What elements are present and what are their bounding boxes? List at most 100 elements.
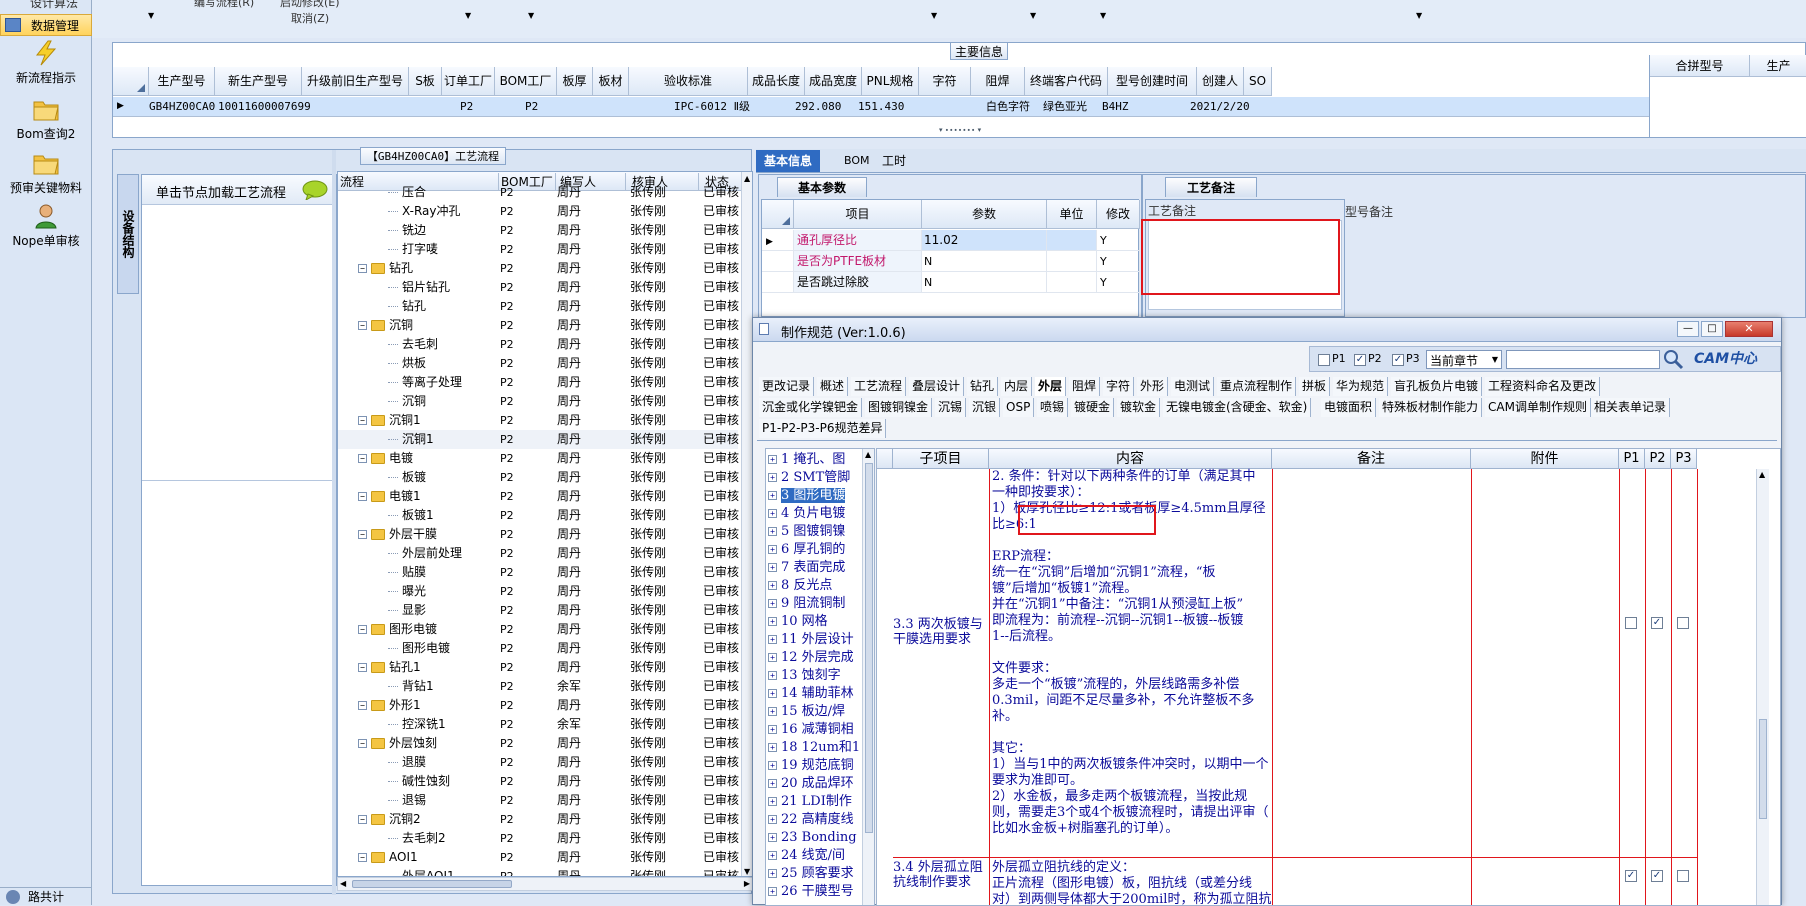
tree-row[interactable]: − 外层干膜 P2 周丹 张传刚 已审核: [338, 525, 739, 544]
col-header-char[interactable]: 字符: [919, 67, 971, 96]
category-item[interactable]: +3 图形电镀: [768, 487, 846, 504]
expand-icon[interactable]: +: [768, 563, 777, 572]
scroll-thumb[interactable]: [352, 880, 512, 888]
p2-checkbox[interactable]: ✓: [1651, 870, 1663, 882]
scroll-down-icon[interactable]: ▼: [744, 867, 750, 876]
col-header-s-board[interactable]: S板: [409, 67, 442, 96]
p3-checkbox[interactable]: ✓: [1392, 354, 1404, 366]
tab-basic-info[interactable]: 基本信息: [756, 150, 821, 172]
expand-icon[interactable]: +: [768, 653, 777, 662]
category-item[interactable]: +10 网格: [768, 613, 828, 630]
tab-内层[interactable]: 内层: [1001, 377, 1033, 396]
scroll-up-icon[interactable]: ▲: [865, 450, 871, 459]
scroll-up-icon[interactable]: ▲: [744, 174, 750, 183]
tree-row[interactable]: 铣边 P2 周丹 张传刚 已审核: [338, 221, 739, 240]
p2-checkbox[interactable]: ✓: [1354, 354, 1366, 366]
collapse-icon[interactable]: −: [358, 701, 367, 710]
collapse-icon[interactable]: −: [358, 739, 367, 748]
col-header-created[interactable]: 型号创建时间: [1108, 67, 1197, 96]
param-value[interactable]: N: [922, 272, 1047, 293]
col-header-length[interactable]: 成品长度: [748, 67, 805, 96]
collapse-icon[interactable]: −: [358, 492, 367, 501]
tab-特殊板材制作能力[interactable]: 特殊板材制作能力: [1379, 398, 1483, 417]
category-item[interactable]: +16 减薄铜相: [768, 721, 854, 738]
chapter-select[interactable]: 当前章节 ▼: [1426, 350, 1502, 369]
p1-checkbox[interactable]: [1318, 354, 1330, 366]
tab-沉锡[interactable]: 沉锡: [935, 398, 967, 417]
category-item[interactable]: +9 阻流铜制: [768, 595, 845, 612]
expand-icon[interactable]: +: [768, 527, 777, 536]
tree-row[interactable]: − 沉铜1 P2 周丹 张传刚 已审核: [338, 411, 739, 430]
col-header-p1[interactable]: P1: [1619, 449, 1645, 469]
scroll-thumb[interactable]: [865, 463, 873, 833]
category-item[interactable]: +5 图镀铜镍: [768, 523, 845, 540]
menu-start-edit[interactable]: 启动修改(E): [280, 0, 340, 10]
tree-row[interactable]: − 电镀 P2 周丹 张传刚 已审核: [338, 449, 739, 468]
expand-icon[interactable]: +: [768, 833, 777, 842]
tab-华为规范[interactable]: 华为规范: [1333, 377, 1389, 396]
tree-row[interactable]: 打字唛 P2 周丹 张传刚 已审核: [338, 240, 739, 259]
col-header-thickness[interactable]: 板厚: [557, 67, 593, 96]
expand-icon[interactable]: +: [768, 779, 777, 788]
chevron-down-icon[interactable]: ▼: [528, 12, 536, 20]
col-header-edit[interactable]: 修改: [1097, 200, 1140, 229]
tab-钻孔[interactable]: 钻孔: [967, 377, 999, 396]
tree-row[interactable]: − 钻孔1 P2 周丹 张传刚 已审核: [338, 658, 739, 677]
tree-row[interactable]: − 沉铜 P2 周丹 张传刚 已审核: [338, 316, 739, 335]
category-item[interactable]: +8 反光点: [768, 577, 832, 594]
col-header-attachment[interactable]: 附件: [1471, 449, 1619, 469]
expand-icon[interactable]: +: [768, 851, 777, 860]
category-item[interactable]: +2 SMT管脚: [768, 469, 850, 486]
col-header-production[interactable]: 生产: [1750, 55, 1806, 77]
category-item[interactable]: +22 高精度线: [768, 811, 854, 828]
vertical-scrollbar[interactable]: ▲: [862, 449, 874, 905]
collapse-icon[interactable]: −: [358, 264, 367, 273]
col-header-old-model[interactable]: 升级前旧生产型号: [302, 67, 409, 96]
sidebar-item-key-material[interactable]: 预审关键物料: [0, 150, 92, 196]
tab-basic-params[interactable]: 基本参数: [777, 177, 867, 197]
horizontal-scrollbar[interactable]: ◀ ▶: [337, 877, 753, 891]
scroll-thumb[interactable]: [1759, 719, 1767, 819]
chevron-down-icon[interactable]: ▼: [148, 12, 156, 20]
vertical-scrollbar[interactable]: ▲: [1756, 469, 1769, 905]
tree-row[interactable]: 压合 P2 周丹 张传刚 已审核: [338, 183, 739, 202]
tree-row[interactable]: 沉铜 P2 周丹 张传刚 已审核: [338, 392, 739, 411]
tree-row[interactable]: 背钻1 P2 余军 张传刚 已审核: [338, 677, 739, 696]
tab-沉银[interactable]: 沉银: [969, 398, 1001, 417]
node-hint-bar[interactable]: 单击节点加载工艺流程: [142, 175, 336, 205]
expand-icon[interactable]: +: [768, 581, 777, 590]
expand-icon[interactable]: +: [768, 743, 777, 752]
expand-icon[interactable]: +: [768, 761, 777, 770]
tree-row[interactable]: − 电镀1 P2 周丹 张传刚 已审核: [338, 487, 739, 506]
collapse-icon[interactable]: −: [358, 454, 367, 463]
col-header-pnl[interactable]: PNL规格: [862, 67, 919, 96]
col-header-new-model[interactable]: 新生产型号: [215, 67, 302, 96]
tree-row[interactable]: 贴膜 P2 周丹 张传刚 已审核: [338, 563, 739, 582]
category-item[interactable]: +15 板边/焊: [768, 703, 845, 720]
tree-row[interactable]: 外层AOI1 P2 周丹 张传刚 已审核: [338, 867, 739, 876]
tab-电镀面积[interactable]: 电镀面积: [1321, 398, 1377, 417]
col-header-width[interactable]: 成品宽度: [805, 67, 862, 96]
category-item[interactable]: +18 12um和1: [768, 739, 860, 756]
p1-checkbox[interactable]: ✓: [1625, 870, 1637, 882]
col-header-solder[interactable]: 阻焊: [971, 67, 1025, 96]
tree-row[interactable]: 去毛刺2 P2 周丹 张传刚 已审核: [338, 829, 739, 848]
param-edit[interactable]: Y: [1097, 272, 1140, 293]
tab-OSP[interactable]: OSP: [1003, 398, 1035, 417]
expand-icon[interactable]: +: [768, 509, 777, 518]
expand-icon[interactable]: +: [768, 545, 777, 554]
param-edit[interactable]: Y: [1097, 251, 1140, 272]
chevron-down-icon[interactable]: ▼: [1416, 12, 1424, 20]
col-header-unit[interactable]: 单位: [1047, 200, 1097, 229]
param-unit[interactable]: [1047, 251, 1097, 272]
category-item[interactable]: +23 Bonding: [768, 829, 857, 846]
tree-row[interactable]: 曝光 P2 周丹 张传刚 已审核: [338, 582, 739, 601]
scroll-right-icon[interactable]: ▶: [744, 879, 750, 888]
sidebar-tab-data-management[interactable]: 数据管理: [0, 14, 92, 36]
expand-icon[interactable]: +: [768, 869, 777, 878]
scroll-left-icon[interactable]: ◀: [340, 879, 346, 888]
tree-row[interactable]: 铝片钻孔 P2 周丹 张传刚 已审核: [338, 278, 739, 297]
tree-row[interactable]: 等离子处理 P2 周丹 张传刚 已审核: [338, 373, 739, 392]
category-item[interactable]: +12 外层完成: [768, 649, 854, 666]
tab-图镀铜镍金[interactable]: 图镀铜镍金: [865, 398, 933, 417]
